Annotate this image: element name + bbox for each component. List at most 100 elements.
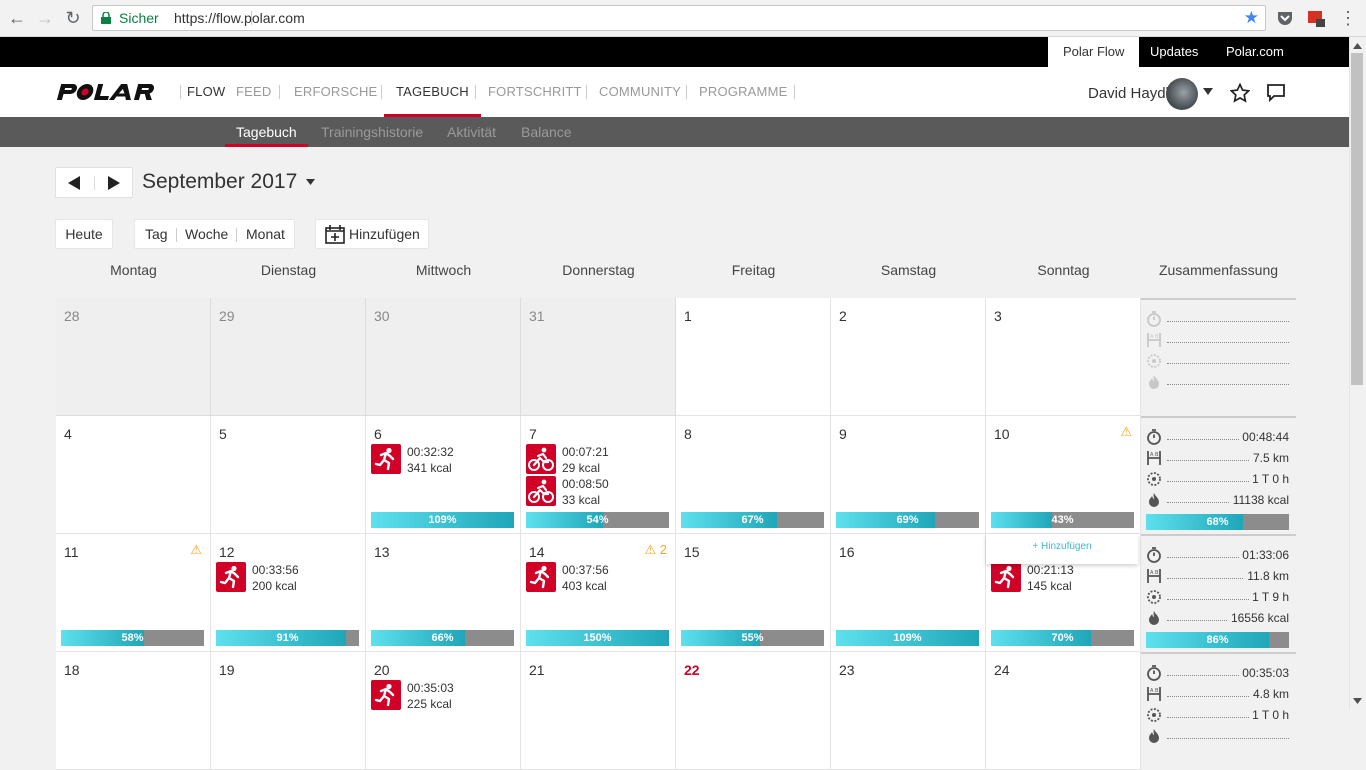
- scrollbar-thumb[interactable]: [1351, 53, 1363, 385]
- calendar-day[interactable]: 29: [211, 298, 366, 416]
- running-icon: [371, 444, 401, 474]
- divider: [381, 85, 382, 99]
- calendar-day[interactable]: 15 55%: [676, 534, 831, 652]
- training-session[interactable]: 00:35:03 225 kcal: [371, 680, 511, 711]
- subnav-trainingshistorie[interactable]: Trainingshistorie: [321, 117, 423, 147]
- day-number: 18: [64, 662, 80, 678]
- topbar-link-updates[interactable]: Updates: [1150, 37, 1198, 67]
- calendar-day[interactable]: 18: [56, 652, 211, 770]
- calendar-day[interactable]: 31: [521, 298, 676, 416]
- previous-month-icon[interactable]: [68, 176, 80, 190]
- polar-logo[interactable]: [56, 81, 170, 103]
- nav-fortschritt[interactable]: FORTSCHRITT: [488, 67, 582, 117]
- view-day-button[interactable]: Tag: [145, 220, 168, 249]
- training-session[interactable]: 00:08:50 33 kcal: [526, 476, 666, 507]
- avatar[interactable]: [1166, 78, 1198, 110]
- running-icon: [526, 562, 556, 592]
- calendar-day[interactable]: 22: [676, 652, 831, 770]
- subnav-balance[interactable]: Balance: [521, 117, 572, 147]
- menu-dots-icon[interactable]: ⋮: [1339, 7, 1357, 29]
- sleep-icon: [1146, 707, 1162, 723]
- nav-tagebuch[interactable]: TAGEBUCH: [384, 67, 481, 117]
- calendar-day[interactable]: 1: [676, 298, 831, 416]
- calendar-day[interactable]: 7 00:07:21 29 kcal 00:08:50 33 kcal 54%: [521, 416, 676, 534]
- summary-row: 00:48:44: [1146, 428, 1289, 446]
- user-name[interactable]: David Haydl: [1088, 67, 1169, 117]
- back-icon[interactable]: ←: [6, 7, 28, 29]
- calendar-day[interactable]: 19: [211, 652, 366, 770]
- calendar-day[interactable]: 30: [366, 298, 521, 416]
- main-header: FLOW FEED ERFORSCHE TAGEBUCH FORTSCHRITT…: [0, 67, 1349, 117]
- calendar-day[interactable]: 23: [831, 652, 986, 770]
- nav-erforsche[interactable]: ERFORSCHE: [294, 67, 377, 117]
- summary-row: [1146, 727, 1289, 745]
- training-session[interactable]: 00:21:13 145 kcal: [991, 562, 1131, 594]
- browser-toolbar: ← → ↻ Sicher https://flow.polar.com ★ ⋮: [0, 0, 1366, 37]
- session-kcal: 33 kcal: [562, 493, 601, 507]
- session-kcal: 403 kcal: [562, 579, 607, 593]
- training-session[interactable]: 00:07:21 29 kcal: [526, 444, 666, 475]
- calendar-day[interactable]: 24: [986, 652, 1141, 770]
- calendar-day[interactable]: 6 00:32:32 341 kcal 109%: [366, 416, 521, 534]
- extension-icon[interactable]: [1307, 9, 1325, 27]
- calendar-day[interactable]: 4: [56, 416, 211, 534]
- forward-icon[interactable]: →: [34, 7, 56, 29]
- topbar-link-polar-flow[interactable]: Polar Flow: [1048, 37, 1140, 67]
- calendar-day[interactable]: 9 69%: [831, 416, 986, 534]
- day-number: 13: [374, 544, 390, 560]
- calendar-day[interactable]: 10 ⚠ 43%: [986, 416, 1141, 534]
- calendar-day[interactable]: 13 66%: [366, 534, 521, 652]
- calendar-day[interactable]: 2: [831, 298, 986, 416]
- scroll-up-icon[interactable]: [1353, 43, 1362, 49]
- calendar-day[interactable]: 14 ⚠ 2 00:37:56 403 kcal 150%: [521, 534, 676, 652]
- address-bar[interactable]: Sicher https://flow.polar.com ★: [92, 5, 1266, 31]
- add-entry-button[interactable]: Hinzufügen: [315, 219, 429, 249]
- topbar-link-polar-com[interactable]: Polar.com: [1226, 37, 1284, 67]
- calendar-day[interactable]: 3: [986, 298, 1141, 416]
- month-selector[interactable]: September 2017: [142, 170, 316, 194]
- nav-flow[interactable]: FLOW: [187, 67, 225, 117]
- calendar-day[interactable]: 8 67%: [676, 416, 831, 534]
- sleep-icon: [1146, 589, 1162, 605]
- polar-top-bar: Polar Flow Updates Polar.com: [0, 37, 1349, 67]
- view-month-button[interactable]: Monat: [246, 220, 285, 249]
- training-session[interactable]: 00:33:56 200 kcal: [216, 562, 356, 593]
- nav-feed[interactable]: FEED: [236, 67, 271, 117]
- running-icon: [991, 562, 1021, 592]
- bookmark-star-icon[interactable]: ★: [1244, 6, 1259, 30]
- calendar-day[interactable]: 28: [56, 298, 211, 416]
- nav-community[interactable]: COMMUNITY: [599, 67, 681, 117]
- calendar-day[interactable]: 11 ⚠ 58%: [56, 534, 211, 652]
- add-entry-popup[interactable]: + Hinzufügen: [986, 534, 1138, 564]
- calendar-day[interactable]: 16 109%: [831, 534, 986, 652]
- session-details: 00:21:13 145 kcal: [1027, 562, 1074, 594]
- summary-row: [1146, 373, 1289, 391]
- scroll-down-icon[interactable]: [1353, 698, 1362, 704]
- pocket-icon[interactable]: [1276, 9, 1294, 27]
- divider: [176, 228, 177, 242]
- training-session[interactable]: 00:37:56 403 kcal: [526, 562, 666, 593]
- subnav-aktivitaet[interactable]: Aktivität: [447, 117, 496, 147]
- calendar-day[interactable]: 21: [521, 652, 676, 770]
- month-navigation: [55, 167, 133, 198]
- subnav-tagebuch[interactable]: Tagebuch: [225, 117, 308, 147]
- activity-goal-bar: 55%: [681, 630, 824, 646]
- favorites-star-icon[interactable]: [1230, 83, 1250, 103]
- training-session[interactable]: 00:32:32 341 kcal: [371, 444, 511, 475]
- calendar-day[interactable]: 5: [211, 416, 366, 534]
- messages-icon[interactable]: [1266, 83, 1286, 102]
- day-number: 24: [994, 662, 1010, 678]
- view-week-button[interactable]: Woche: [185, 220, 228, 249]
- today-button[interactable]: Heute: [55, 219, 113, 249]
- chevron-down-icon[interactable]: [1203, 88, 1213, 95]
- next-month-icon[interactable]: [108, 176, 120, 190]
- url-text[interactable]: https://flow.polar.com: [174, 6, 305, 30]
- divider: [1167, 321, 1289, 322]
- summary-row: 01:33:06: [1146, 546, 1289, 564]
- reload-icon[interactable]: ↻: [62, 7, 84, 29]
- day-number: 9: [839, 426, 847, 442]
- calendar-day[interactable]: 12 00:33:56 200 kcal 91%: [211, 534, 366, 652]
- calendar-day[interactable]: 20 00:35:03 225 kcal: [366, 652, 521, 770]
- distance-icon: A B: [1146, 450, 1162, 466]
- nav-programme[interactable]: PROGRAMME: [699, 67, 787, 117]
